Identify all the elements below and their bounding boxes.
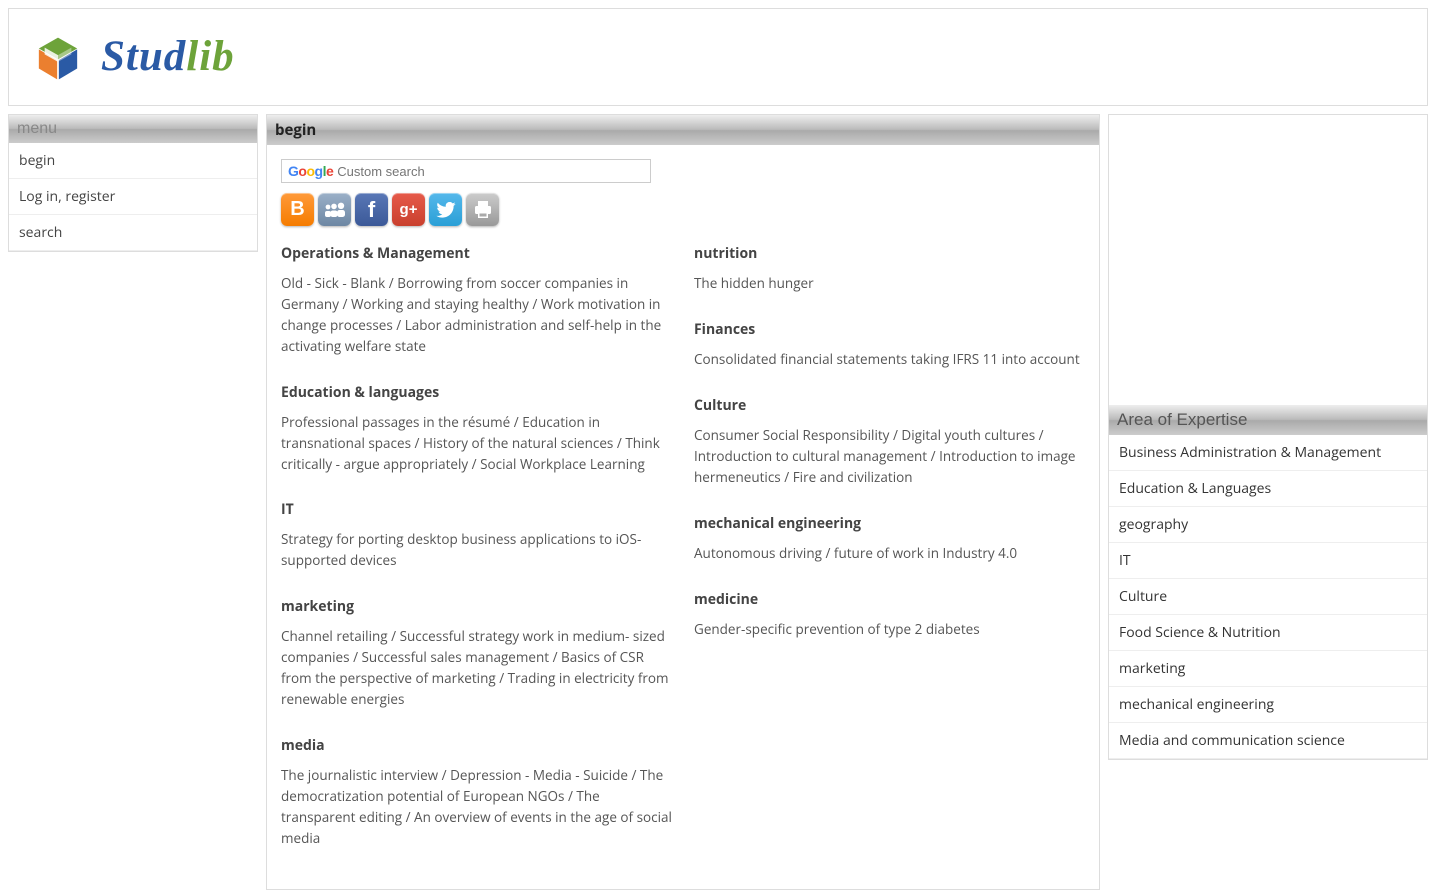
studlib-logo-icon — [33, 29, 83, 83]
sidebar-menu: beginLog in, registersearch — [9, 143, 257, 251]
category-section: Education & languages Professional passag… — [281, 383, 672, 475]
category-section: mechanical engineering Autonomous driving… — [694, 514, 1085, 564]
sidebar-item[interactable]: search — [9, 215, 257, 251]
sidebar: menu beginLog in, registersearch — [8, 114, 258, 252]
article-link[interactable]: Consolidated financial statements taking… — [694, 350, 1080, 368]
category-section: marketing Channel retailing / Successful … — [281, 597, 672, 710]
expertise-item[interactable]: Media and communication science — [1109, 723, 1427, 759]
logo-text-stud: Stud — [101, 33, 186, 80]
content-left-column: Operations & Management Old - Sick - Blan… — [281, 244, 672, 875]
article-link[interactable]: The hidden hunger — [694, 274, 814, 292]
article-link[interactable]: Professional passages in the résumé — [281, 413, 510, 431]
category-links: Old - Sick - Blank / Borrowing from socc… — [281, 273, 672, 357]
main-content: begin Google B f g+ — [266, 114, 1100, 890]
category-links: Consolidated financial statements taking… — [694, 349, 1085, 370]
category-links: Strategy for porting desktop business ap… — [281, 529, 672, 571]
category-heading-link[interactable]: Operations & Management — [281, 244, 470, 263]
expertise-item[interactable]: Food Science & Nutrition — [1109, 615, 1427, 651]
article-link[interactable]: Digital youth cultures — [901, 426, 1035, 444]
category-links: The hidden hunger — [694, 273, 1085, 294]
article-link[interactable]: Working and staying healthy — [351, 295, 529, 313]
category-heading-link[interactable]: medicine — [694, 590, 758, 609]
content-right-column: nutrition The hidden hunger Finances Consol… — [694, 244, 1085, 875]
article-link[interactable]: Consumer Social Responsibility — [694, 426, 889, 444]
expertise-item[interactable]: Education & Languages — [1109, 471, 1427, 507]
expertise-title: Area of Expertise — [1109, 405, 1427, 435]
category-heading-link[interactable]: IT — [281, 500, 294, 519]
google-plus-icon[interactable]: g+ — [392, 193, 425, 226]
expertise-item[interactable]: Culture — [1109, 579, 1427, 615]
category-section: nutrition The hidden hunger — [694, 244, 1085, 294]
search-box[interactable]: Google — [281, 159, 651, 183]
category-heading-link[interactable]: media — [281, 736, 325, 755]
category-section: medicine Gender-specific prevention of ty… — [694, 590, 1085, 640]
article-link[interactable]: Introduction to cultural management — [694, 447, 927, 465]
social-share-row: B f g+ — [281, 193, 1085, 226]
category-heading-link[interactable]: mechanical engineering — [694, 514, 861, 533]
category-links: The journalistic interview / Depression … — [281, 765, 672, 849]
sidebar-item[interactable]: begin — [9, 143, 257, 179]
article-link[interactable]: Successful sales management — [362, 648, 550, 666]
facebook-icon[interactable]: f — [355, 193, 388, 226]
article-link[interactable]: Fire and civilization — [793, 468, 913, 486]
expertise-item[interactable]: mechanical engineering — [1109, 687, 1427, 723]
category-heading-link[interactable]: Education & languages — [281, 383, 439, 402]
main-title: begin — [267, 115, 1099, 145]
article-link[interactable]: Social Workplace Learning — [480, 455, 645, 473]
search-input[interactable] — [337, 164, 644, 179]
article-link[interactable]: Autonomous driving — [694, 544, 822, 562]
article-link[interactable]: Gender-specific prevention of type 2 dia… — [694, 620, 980, 638]
expertise-item[interactable]: Business Administration & Management — [1109, 435, 1427, 471]
print-icon[interactable] — [466, 193, 499, 226]
category-links: Autonomous driving / future of work in I… — [694, 543, 1085, 564]
twitter-icon[interactable] — [429, 193, 462, 226]
right-sidebar: Area of Expertise Business Administratio… — [1108, 114, 1428, 760]
expertise-item[interactable]: marketing — [1109, 651, 1427, 687]
category-heading-link[interactable]: marketing — [281, 597, 354, 616]
logo-text-lib: lib — [186, 33, 234, 80]
article-link[interactable]: Depression - Media - Suicide — [450, 766, 628, 784]
expertise-list: Business Administration & ManagementEduc… — [1109, 435, 1427, 759]
article-link[interactable]: Strategy for porting desktop business ap… — [281, 530, 641, 569]
category-links: Professional passages in the résumé / Ed… — [281, 412, 672, 475]
category-links: Consumer Social Responsibility / Digital… — [694, 425, 1085, 488]
category-section: IT Strategy for porting desktop business … — [281, 500, 672, 571]
page-header: Studlib — [8, 8, 1428, 106]
google-logo-icon: Google — [288, 163, 333, 179]
category-section: Culture Consumer Social Responsibility / … — [694, 396, 1085, 488]
expertise-item[interactable]: geography — [1109, 507, 1427, 543]
article-link[interactable]: The journalistic interview — [281, 766, 438, 784]
category-section: media The journalistic interview / Depres… — [281, 736, 672, 849]
logo[interactable]: Studlib — [9, 9, 1427, 103]
article-link[interactable]: future of work in Industry 4.0 — [834, 544, 1017, 562]
myspace-icon[interactable] — [318, 193, 351, 226]
article-link[interactable]: Channel retailing — [281, 627, 388, 645]
category-heading-link[interactable]: nutrition — [694, 244, 757, 263]
ad-placeholder — [1109, 115, 1427, 405]
category-section: Finances Consolidated financial statement… — [694, 320, 1085, 370]
logo-text: Studlib — [101, 32, 235, 81]
article-link[interactable]: History of the natural sciences — [423, 434, 613, 452]
article-link[interactable]: Old - Sick - Blank — [281, 274, 385, 292]
category-section: Operations & Management Old - Sick - Blan… — [281, 244, 672, 357]
category-heading-link[interactable]: Finances — [694, 320, 755, 339]
sidebar-title: menu — [9, 115, 257, 143]
category-heading-link[interactable]: Culture — [694, 396, 746, 415]
expertise-item[interactable]: IT — [1109, 543, 1427, 579]
blogger-icon[interactable]: B — [281, 193, 314, 226]
sidebar-item[interactable]: Log in, register — [9, 179, 257, 215]
category-links: Channel retailing / Successful strategy … — [281, 626, 672, 710]
category-links: Gender-specific prevention of type 2 dia… — [694, 619, 1085, 640]
